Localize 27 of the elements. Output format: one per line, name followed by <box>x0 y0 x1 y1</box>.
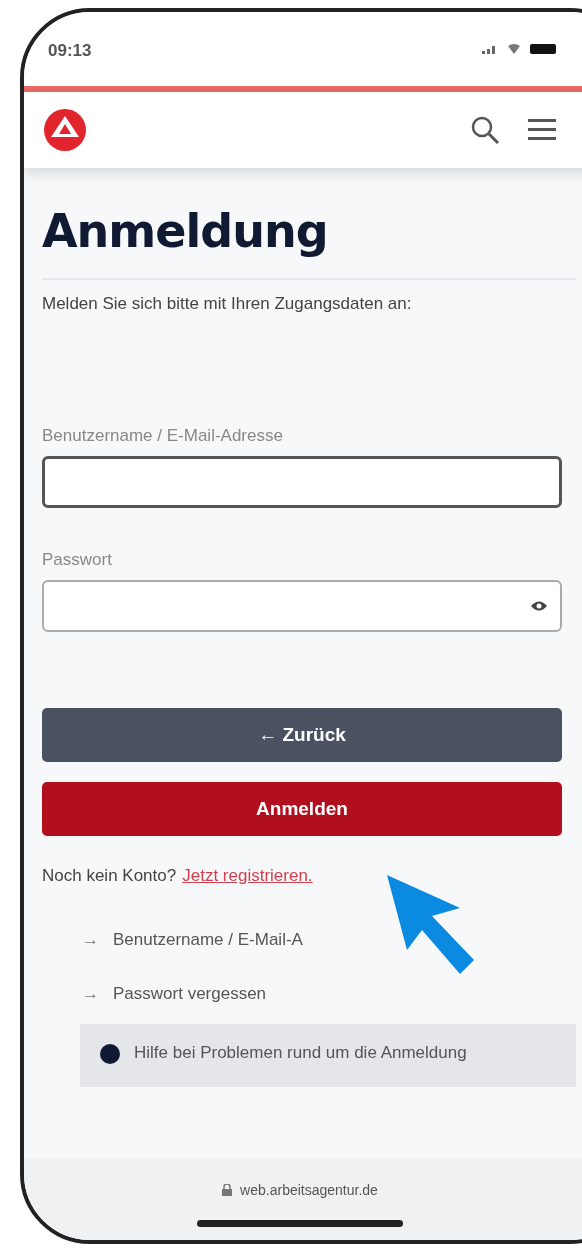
menu-icon[interactable] <box>528 118 556 142</box>
battery-icon <box>530 44 556 54</box>
help-box[interactable]: Hilfe bei Problemen rund um die Anmeldung <box>80 1024 576 1087</box>
help-link[interactable]: Benutzername / E-Mail-A <box>113 930 303 950</box>
field-label: Benutzername / E-Mail-Adresse <box>42 426 284 446</box>
wifi-icon <box>508 44 520 54</box>
lock-icon <box>222 1184 233 1196</box>
help-text: Hilfe bei Problemen rund um die Anmeldung <box>134 1042 468 1064</box>
login-button[interactable]: Anmelden <box>42 782 562 836</box>
arrow-glyph: → <box>82 930 99 950</box>
url-text: web.arbeitsagentur.de <box>240 1182 378 1198</box>
eye-icon[interactable] <box>530 600 548 612</box>
field-label: Passwort <box>42 550 113 570</box>
help-link[interactable]: Passwort vergessen <box>113 984 267 1004</box>
status-time: 09:13 <box>48 40 92 61</box>
signal-icon <box>482 44 498 54</box>
page-title: Anmeldung <box>42 204 329 258</box>
back-button[interactable]: ← Zurück <box>42 708 562 762</box>
search-icon[interactable] <box>470 115 500 145</box>
arrow-glyph: → <box>82 984 99 1004</box>
info-icon <box>100 1044 120 1064</box>
logo-icon <box>42 107 88 153</box>
register-prompt: Noch kein Konto? <box>42 866 177 886</box>
input-field[interactable] <box>42 580 562 632</box>
input-field[interactable] <box>42 456 562 508</box>
intro-text: Melden Sie sich bitte mit Ihren Zugangsdaten an: <box>42 294 413 314</box>
register-link[interactable]: Jetzt registrieren. <box>182 866 313 886</box>
